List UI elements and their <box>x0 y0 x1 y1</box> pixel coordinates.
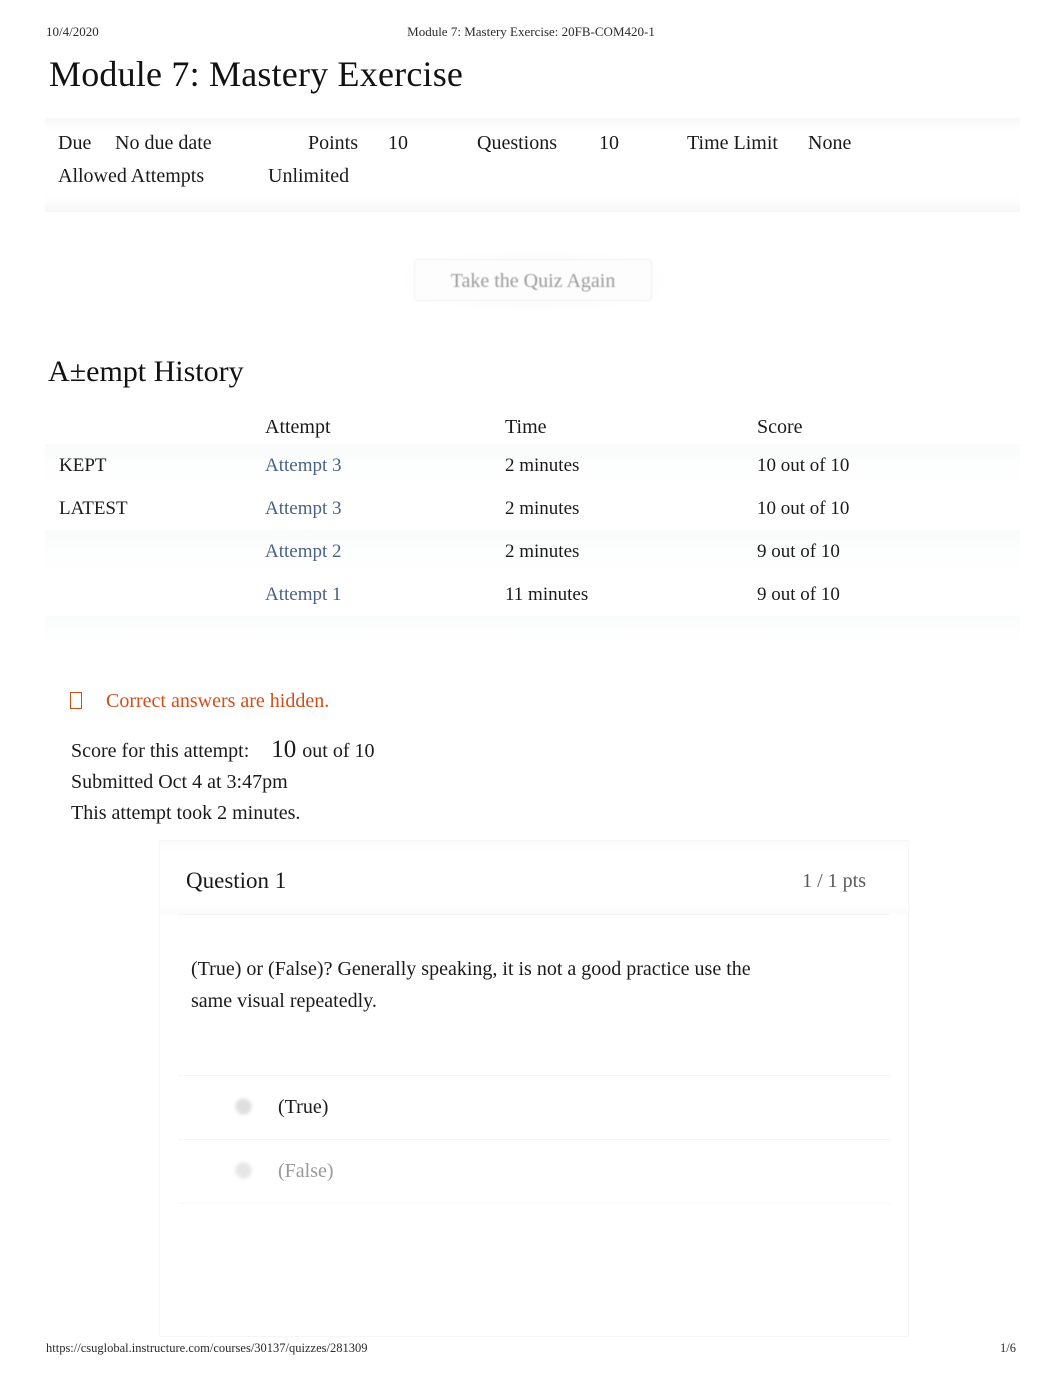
due-value: No due date <box>115 132 212 154</box>
radio-icon[interactable] <box>235 1098 252 1115</box>
score-label: Score for this attempt: <box>71 740 250 762</box>
question-text: (True) or (False)? Generally speaking, i… <box>191 958 751 1012</box>
answer-list: (True) (False) <box>178 1075 890 1204</box>
column-header-time: Time <box>505 416 547 438</box>
table-footer-spacer <box>45 616 1020 646</box>
row-time: 2 minutes <box>505 541 580 562</box>
footer-page-number: 1/6 <box>1000 1341 1016 1355</box>
row-score: 10 out of 10 <box>757 498 850 519</box>
footer-url: https://csuglobal.instructure.com/course… <box>46 1341 368 1355</box>
print-footer: https://csuglobal.instructure.com/course… <box>0 1341 1062 1359</box>
table-row: Attempt 2 2 minutes 9 out of 10 <box>45 530 1020 573</box>
submitted-line: Submitted Oct 4 at 3:47pm <box>71 771 288 793</box>
table-header-row: Attempt Time Score <box>45 410 1020 444</box>
row-time: 2 minutes <box>505 498 580 519</box>
attempt-history-title: A±empt History <box>48 355 244 388</box>
attempt-link[interactable]: Attempt 1 <box>265 584 342 605</box>
print-header-title: Module 7: Mastery Exercise: 20FB-COM420-… <box>407 24 655 39</box>
table-row: KEPT Attempt 3 2 minutes 10 out of 10 <box>45 444 1020 487</box>
attempt-history-table: Attempt Time Score KEPT Attempt 3 2 minu… <box>45 410 1020 646</box>
answer-option-false[interactable]: (False) <box>178 1139 890 1204</box>
duration-line: This attempt took 2 minutes. <box>71 802 301 824</box>
attempt-link[interactable]: Attempt 3 <box>265 455 342 476</box>
table-row: LATEST Attempt 3 2 minutes 10 out of 10 <box>45 487 1020 530</box>
page-title: Module 7: Mastery Exercise <box>49 54 464 94</box>
quiz-results-page: 10/4/2020 Module 7: Mastery Exercise: 20… <box>0 0 1062 1377</box>
answer-option-true[interactable]: (True) <box>178 1075 890 1139</box>
print-header: 10/4/2020 Module 7: Mastery Exercise: 20… <box>0 24 1062 42</box>
attempt-summary: Score for this attempt: 10 out of 10 Submi… <box>71 734 375 829</box>
table-row: Attempt 1 11 minutes 9 out of 10 <box>45 573 1020 616</box>
points-value: 10 <box>388 132 408 154</box>
take-quiz-again-container: Take the Quiz Again <box>406 252 662 310</box>
score-tail: out of 10 <box>302 740 375 762</box>
allowed-attempts-value: Unlimited <box>268 165 350 187</box>
row-tag: KEPT <box>59 455 107 476</box>
answer-label: (False) <box>278 1160 334 1182</box>
due-label: Due <box>58 132 92 154</box>
missing-glyph-icon <box>70 692 82 709</box>
answer-label: (True) <box>278 1096 329 1118</box>
row-score: 10 out of 10 <box>757 455 850 476</box>
column-header-score: Score <box>757 416 803 438</box>
notice-text: Correct answers are hidden. <box>106 690 330 712</box>
correct-answers-hidden-notice: Correct answers are hidden. <box>70 688 329 714</box>
row-tag: LATEST <box>59 498 128 519</box>
row-time: 2 minutes <box>505 455 580 476</box>
radio-icon[interactable] <box>235 1162 252 1179</box>
question-header: Question 1 1 / 1 pts <box>160 841 908 914</box>
question-card: Question 1 1 / 1 pts (True) or (False)? … <box>160 841 908 1336</box>
questions-label: Questions <box>477 132 557 154</box>
row-time: 11 minutes <box>505 584 589 605</box>
question-divider <box>178 914 890 915</box>
column-header-attempt: Attempt <box>265 416 331 438</box>
score-value: 10 <box>271 736 297 763</box>
time-limit-label: Time Limit <box>687 132 778 154</box>
score-for-attempt-line: Score for this attempt: 10 out of 10 <box>71 734 375 767</box>
quiz-meta-band: Due No due date Points 10 Questions 10 T… <box>45 118 1020 212</box>
row-score: 9 out of 10 <box>757 541 840 562</box>
attempt-link[interactable]: Attempt 2 <box>265 541 342 562</box>
points-label: Points <box>308 132 359 154</box>
questions-value: 10 <box>599 132 619 154</box>
question-title: Question 1 <box>186 868 287 893</box>
question-points: 1 / 1 pts <box>802 870 866 892</box>
row-score: 9 out of 10 <box>757 584 840 605</box>
time-limit-value: None <box>808 132 852 154</box>
take-quiz-again-button[interactable]: Take the Quiz Again <box>414 259 652 301</box>
allowed-attempts-label: Allowed Attempts <box>58 165 205 187</box>
attempt-link[interactable]: Attempt 3 <box>265 498 342 519</box>
